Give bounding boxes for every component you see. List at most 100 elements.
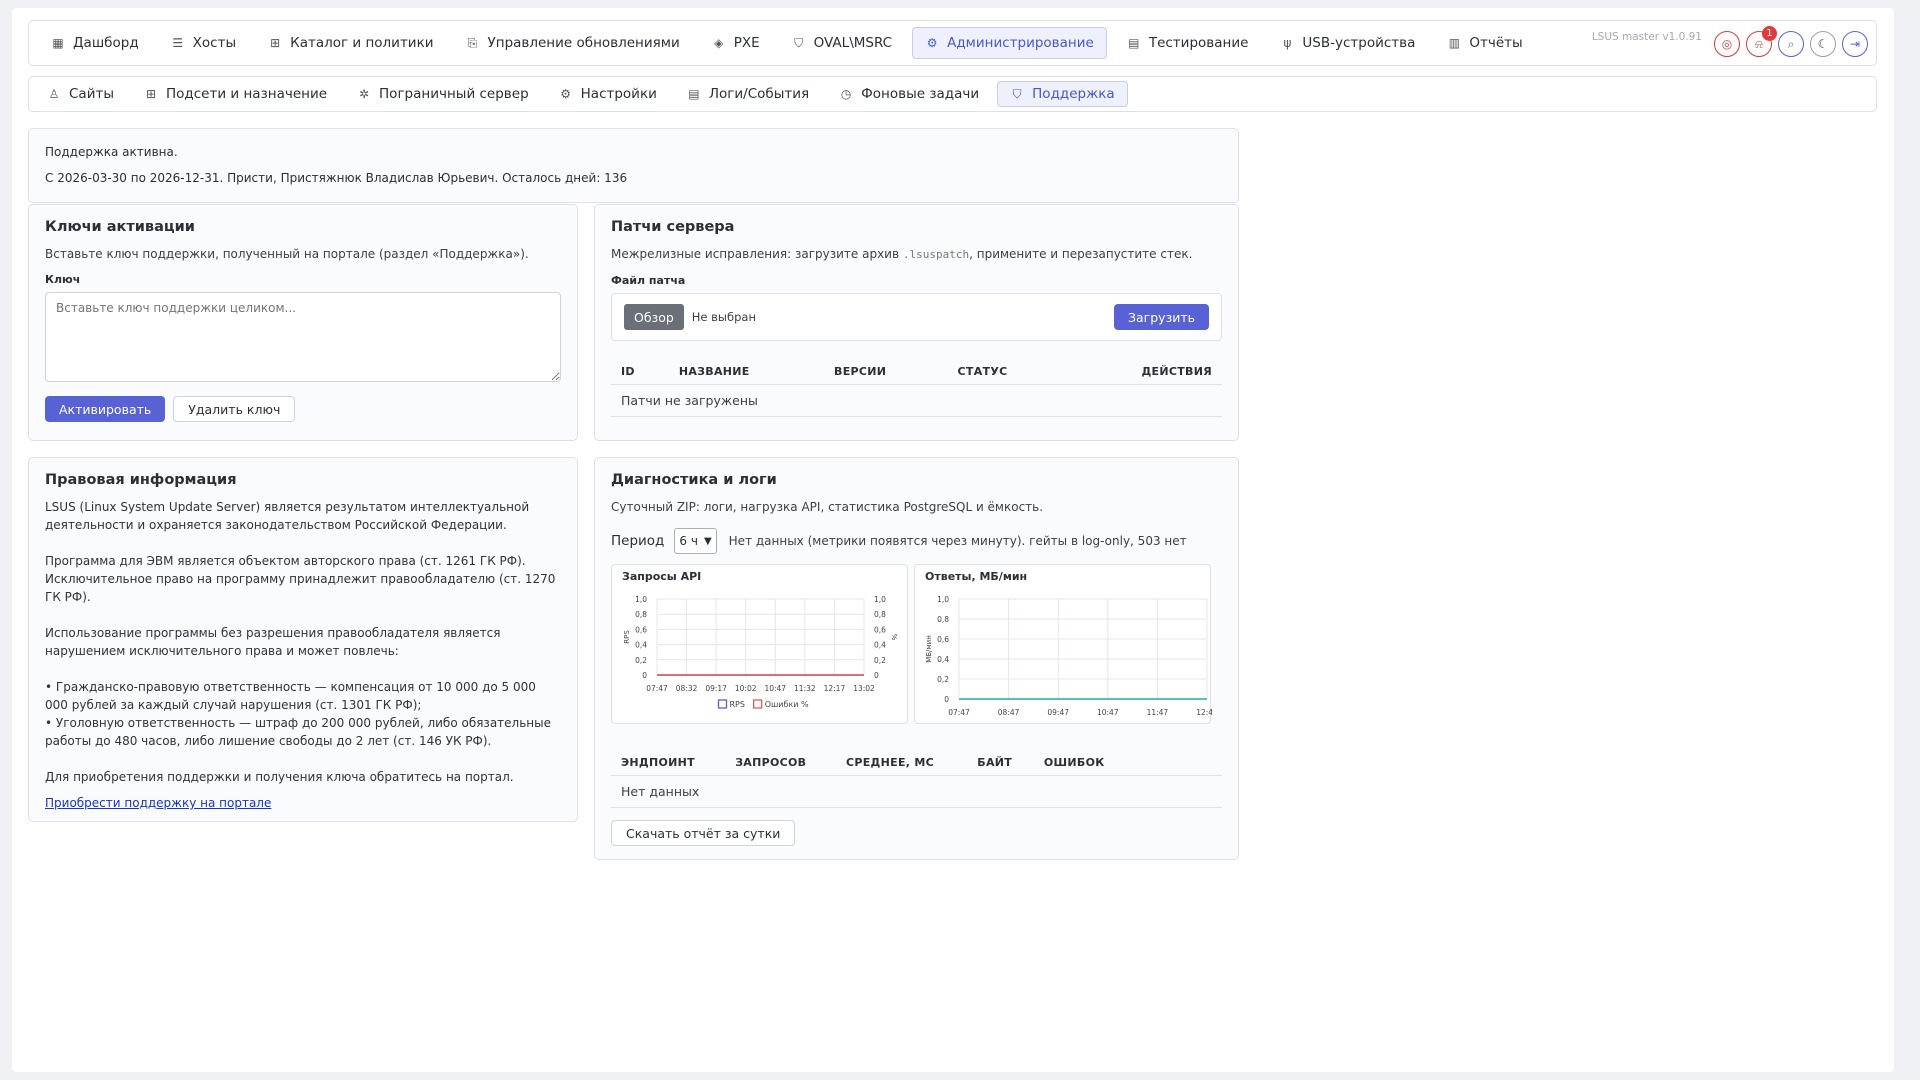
col-versions[interactable]: ВЕРСИИ [824,359,948,385]
admin-subnavigation: ♙ Сайты ⊞ Подсети и назначение ✲ Пограничный … [28,76,1877,112]
patches-empty-text: Патчи не загружены [611,384,1222,417]
x-tick-label: 08:32 [676,684,698,693]
support-lifebuoy-button[interactable]: ◎ [1714,31,1740,57]
nav-item-7[interactable]: ▤ Тестирование [1115,27,1261,59]
nav-item-5[interactable]: ⛉ OVAL\MSRC [780,27,904,59]
subnav-item-label: Фоновые задачи [861,86,980,102]
charts-row: 1,0 1,0 0,8 0,8 0,6 0,6 0,4 0,4 0,2 0,2 0 0 07:47 08:… [611,564,1222,724]
subnav-item-3[interactable]: ⚙ Настройки [547,81,669,107]
col-name[interactable]: НАЗВАНИЕ [668,359,825,385]
test-icon: ▤ [1128,36,1140,50]
y-tick-label: 0,6 [937,635,949,644]
key-field-label: Ключ [45,273,81,286]
support-shield-icon: ⛉ [1012,86,1022,101]
subnav-item-4[interactable]: ▤ Логи/События [675,81,821,107]
col-endpoint[interactable]: ЭНДПОИНТ [611,750,726,776]
delete-key-button[interactable]: Удалить ключ [173,396,296,422]
legend-entry[interactable]: Ошибки % [765,700,809,709]
endpoints-table: ЭНДПОИНТ ЗАПРОСОВ СРЕДНЕЕ, МС БАЙТ ОШИБО… [611,750,1222,808]
legal-info-title: Правовая информация [45,472,237,488]
subnav-item-6[interactable]: ⛉ Поддержка [997,81,1128,107]
period-label: Период [611,533,665,549]
period-select[interactable]: 6 ч ▼ [674,528,717,554]
bell-icon: ⍾ [1755,36,1763,51]
buy-support-link[interactable]: Приобрести поддержку на портале [45,796,271,810]
x-tick-label: 07:47 [948,708,970,717]
logout-button[interactable]: ⇥ [1842,31,1868,57]
x-tick-label: 10:47 [764,684,786,693]
subnav-item-5[interactable]: ◷ Фоновые задачи [827,81,991,107]
nav-item-label: Администрирование [947,35,1094,51]
col-status[interactable]: СТАТУС [947,359,1068,385]
activate-button[interactable]: Активировать [45,396,166,422]
subnav-item-label: Сайты [69,86,114,102]
logs-icon: ▤ [688,87,700,101]
subnav-item-1[interactable]: ⊞ Подсети и назначение [132,81,339,107]
lifebuoy-icon: ◎ [1721,37,1733,51]
legal-info-card: Правовая информация LSUS (Linux System U… [28,457,578,822]
subnav-item-label: Подсети и назначение [166,86,328,102]
moon-icon: ☾ [1817,37,1829,51]
notifications-button[interactable]: ⍾ 1 [1746,26,1777,57]
shield-icon: ⛉ [794,35,804,50]
col-bytes[interactable]: БАЙТ [967,750,1034,776]
patch-extension-code: .lsuspatch [902,248,970,261]
subnav-item-2[interactable]: ✲ Пограничный сервер [345,81,541,107]
diagnostics-card: Диагностика и логи Суточный ZIP: логи, н… [594,457,1239,860]
download-report-button[interactable]: Скачать отчёт за сутки [611,820,796,846]
nav-item-3[interactable]: ⎘ Управление обновлениями [454,27,692,59]
col-id[interactable]: ID [611,359,669,385]
endpoints-empty-text: Нет данных [611,775,1222,808]
nav-item-0[interactable]: ▦ Дашборд [39,27,151,59]
endpoints-table-header: ЭНДПОИНТ ЗАПРОСОВ СРЕДНЕЕ, МС БАЙТ ОШИБО… [611,750,1222,776]
usb-icon: ψ [1283,36,1292,50]
subnav-item-0[interactable]: ♙ Сайты [35,81,126,107]
legal-paragraph: Использование программы без разрешения п… [45,626,501,658]
subnav-item-label: Настройки [580,86,657,102]
theme-toggle-button[interactable]: ☾ [1810,31,1836,57]
responses-chart-svg: 1,0 0,8 0,6 0,4 0,2 0 07:47 08:47 09:47 10:47 11:4… [925,595,1212,717]
support-key-input[interactable] [45,292,561,382]
server-patches-description: Межрелизные исправления: загрузите архив… [611,245,1222,264]
server-patches-card: Патчи сервера Межрелизные исправления: з… [594,204,1239,441]
x-tick-label: 11:32 [794,684,816,693]
col-requests[interactable]: ЗАПРОСОВ [725,750,836,776]
upload-button[interactable]: Загрузить [1114,304,1209,330]
x-tick-label: 11:47 [1147,708,1169,717]
nav-item-8[interactable]: ψ USB-устройства [1268,27,1427,59]
admin-icon: ⚙ [926,36,938,50]
col-errors[interactable]: ОШИБОК [1033,750,1132,776]
legend-swatch [753,699,763,709]
legend-entry[interactable]: RPS [730,700,745,709]
dashboard-icon: ▦ [52,36,64,50]
nav-item-6[interactable]: ⚙ Администрирование [912,27,1107,59]
browse-button[interactable]: Обзор [624,304,684,330]
x-tick-label: 07:47 [646,684,668,693]
col-actions[interactable]: ДЕЙСТВИЯ [1067,359,1222,385]
y-tick-label: 0,6 [635,625,647,634]
activation-keys-title: Ключи активации [45,219,195,235]
nav-item-2[interactable]: ⊞ Каталог и политики [256,27,445,59]
y2-tick-label: 0,4 [874,641,886,650]
y-tick-label: 0,8 [635,610,647,619]
table-row: Нет данных [611,775,1222,808]
notification-badge: 1 [1762,26,1777,41]
col-average[interactable]: СРЕДНЕЕ, МС [835,750,968,776]
top-actions: ◎ ⍾ 1 ⌕ ☾ ⇥ [1714,26,1868,57]
settings-icon: ⚙ [560,87,572,101]
subnav-item-label: Поддержка [1032,86,1115,102]
sites-icon: ♙ [48,87,60,101]
nav-item-9[interactable]: ▥ Отчёты [1435,27,1534,59]
subnav-item-label: Пограничный сервер [379,86,529,102]
patches-table: ID НАЗВАНИЕ ВЕРСИИ СТАТУС ДЕЙСТВИЯ Патчи… [611,359,1222,417]
chevron-down-icon: ▼ [703,535,712,547]
y-tick-label: 0,4 [937,655,949,664]
chart-title: Запросы API [622,570,702,583]
server-patches-title: Патчи сервера [611,219,735,235]
search-button[interactable]: ⌕ [1778,31,1804,57]
nav-item-4[interactable]: ◈ PXE [700,27,772,59]
nav-item-1[interactable]: ☰ Хосты [159,27,248,59]
x-tick-label: 10:02 [735,684,757,693]
subnet-icon: ⊞ [145,87,157,101]
search-icon: ⌕ [1787,36,1795,51]
